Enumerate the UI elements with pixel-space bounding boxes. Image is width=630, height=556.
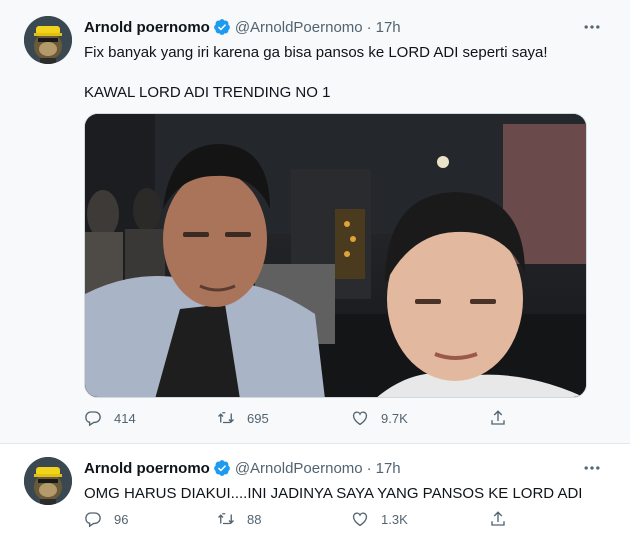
tweet-2[interactable]: Arnold poernomo @ArnoldPoernomo · 17h OM… — [0, 443, 630, 556]
reply-button[interactable]: 414 — [84, 409, 136, 427]
more-options-icon[interactable] — [582, 458, 602, 478]
reply-button[interactable]: 96 — [84, 510, 128, 528]
avatar[interactable] — [24, 16, 72, 64]
separator-dot: · — [366, 459, 372, 477]
author-name[interactable]: Arnold poernomo — [84, 460, 210, 477]
tweet-header: Arnold poernomo @ArnoldPoernomo · 17h — [84, 17, 401, 37]
retweet-count: 88 — [247, 511, 262, 527]
share-button[interactable] — [489, 510, 519, 528]
retweet-icon — [218, 513, 234, 525]
tweet-timestamp[interactable]: 17h — [376, 460, 401, 477]
tweet-text-line: Fix banyak yang iri karena ga bisa panso… — [84, 44, 548, 61]
ape-avatar-icon — [24, 16, 72, 64]
retweet-icon — [218, 412, 234, 424]
like-count: 9.7K — [381, 410, 408, 426]
tweet-photo[interactable] — [84, 113, 587, 398]
tweet-actions: 96 88 1.3K — [84, 510, 514, 532]
like-button[interactable]: 1.3K — [351, 510, 408, 528]
tweet-text-line: OMG HARUS DIAKUI....INI JADINYA SAYA YAN… — [84, 485, 583, 502]
like-button[interactable]: 9.7K — [351, 409, 408, 427]
like-count: 1.3K — [381, 511, 408, 527]
author-handle[interactable]: @ArnoldPoernomo — [235, 19, 363, 36]
like-icon — [352, 411, 368, 426]
reply-count: 414 — [114, 410, 136, 426]
share-icon — [491, 410, 505, 425]
verified-badge-icon — [213, 19, 230, 35]
like-icon — [352, 512, 368, 527]
author-name[interactable]: Arnold poernomo — [84, 19, 210, 36]
avatar[interactable] — [24, 457, 72, 505]
retweet-button[interactable]: 695 — [217, 409, 269, 427]
reply-count: 96 — [114, 511, 129, 527]
author-handle[interactable]: @ArnoldPoernomo — [235, 460, 363, 477]
tweet-header: Arnold poernomo @ArnoldPoernomo · 17h — [84, 458, 401, 478]
reply-icon — [85, 512, 101, 528]
tweet-actions: 414 695 9.7K — [84, 409, 514, 431]
share-button[interactable] — [489, 409, 519, 427]
more-options-icon[interactable] — [582, 17, 602, 37]
tweet-timestamp[interactable]: 17h — [376, 19, 401, 36]
separator-dot: · — [366, 18, 372, 36]
retweet-button[interactable]: 88 — [217, 510, 261, 528]
selfie-photo — [85, 114, 586, 397]
share-icon — [491, 511, 505, 526]
retweet-count: 695 — [247, 410, 269, 426]
verified-badge-icon — [213, 460, 230, 476]
tweet-1[interactable]: Arnold poernomo @ArnoldPoernomo · 17h Fi… — [0, 0, 630, 443]
tweet-text-line: KAWAL LORD ADI TRENDING NO 1 — [84, 84, 331, 101]
reply-icon — [85, 411, 101, 427]
ape-avatar-icon — [24, 457, 72, 505]
